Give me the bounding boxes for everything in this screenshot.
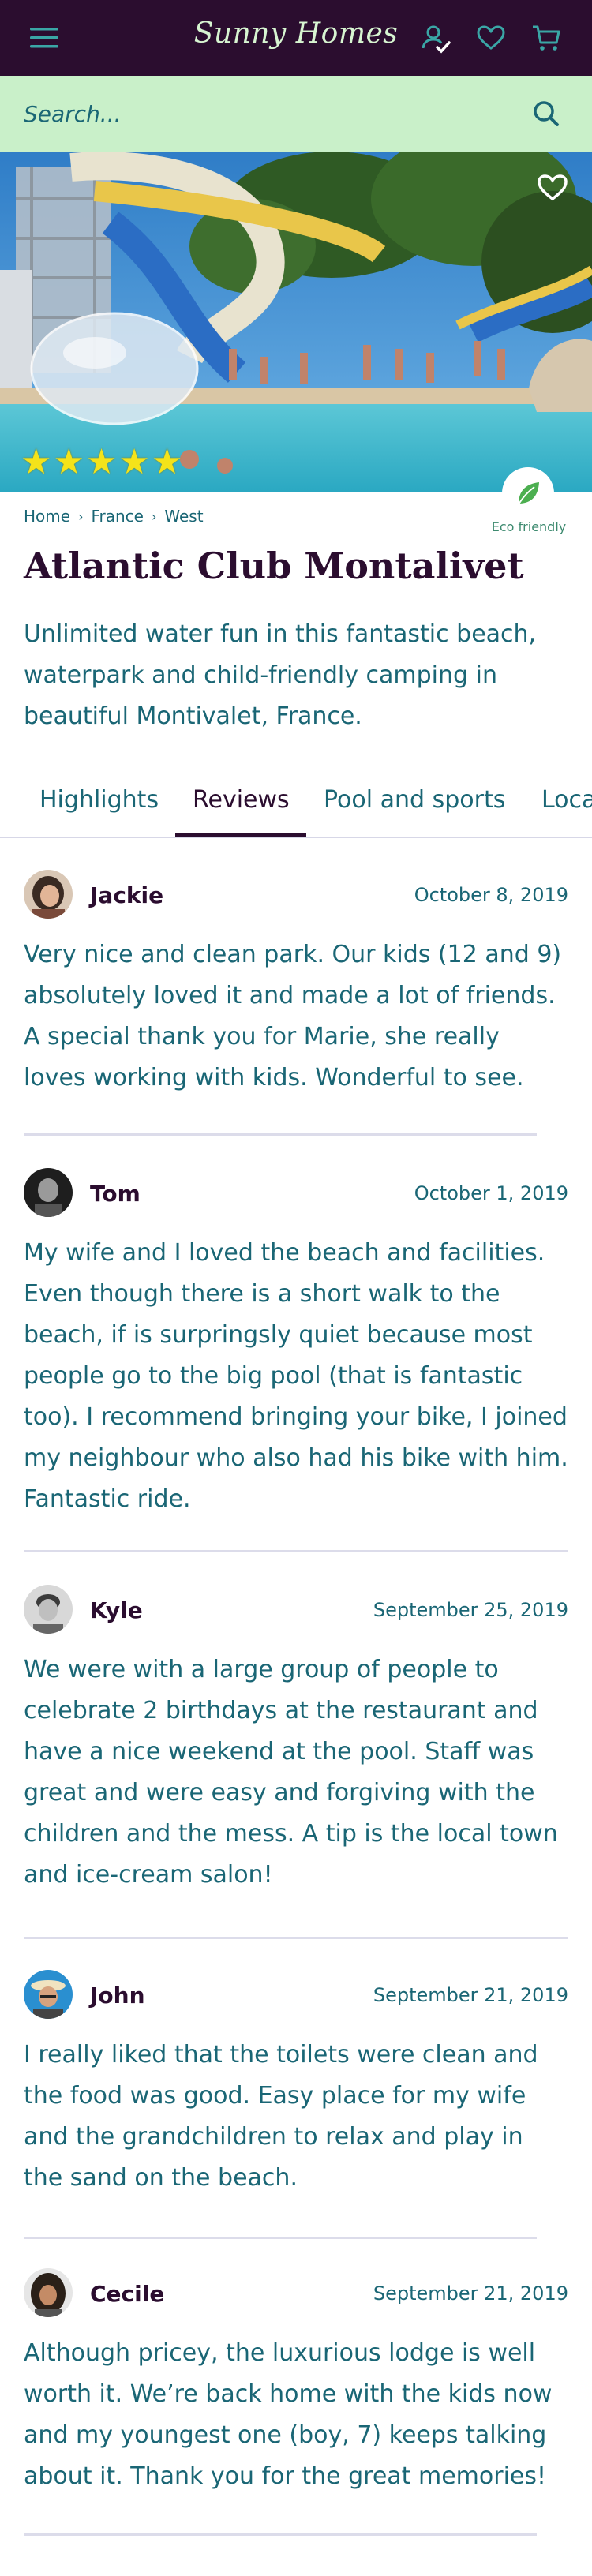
review-date: September 21, 2019 bbox=[373, 1984, 568, 2006]
review-date: September 21, 2019 bbox=[373, 2282, 568, 2305]
review-text: Although pricey, the luxurious lodge is … bbox=[24, 2339, 553, 2490]
leaf-icon bbox=[518, 482, 539, 505]
tab-highlights[interactable]: Highlights bbox=[39, 786, 159, 814]
breadcrumb-region[interactable]: West bbox=[164, 507, 203, 526]
review-item: Jackie October 8, 2019 Very nice and cle… bbox=[24, 870, 568, 1106]
top-header: Sunny Homes bbox=[0, 0, 592, 76]
review-date: September 25, 2019 bbox=[373, 1599, 568, 1621]
user-check-icon[interactable] bbox=[417, 19, 455, 57]
search-bar bbox=[0, 76, 592, 152]
reviewer-name: Cecile bbox=[90, 2281, 165, 2307]
avatar bbox=[24, 870, 73, 919]
review-date: October 1, 2019 bbox=[414, 1182, 568, 1204]
star-icon: ★ bbox=[21, 442, 52, 482]
breadcrumb-home[interactable]: Home bbox=[24, 507, 70, 526]
review-text: My wife and I loved the beach and facili… bbox=[24, 1239, 568, 1513]
tab-bar: Highlights Reviews Pool and sports Loca bbox=[0, 770, 592, 838]
reviewer-name: Tom bbox=[90, 1181, 141, 1207]
review-date: October 8, 2019 bbox=[414, 884, 568, 906]
avatar bbox=[24, 1168, 73, 1217]
listing-description: Unlimited water fun in this fantastic be… bbox=[24, 620, 537, 730]
avatar bbox=[24, 2268, 73, 2317]
heart-icon[interactable] bbox=[472, 19, 510, 57]
divider bbox=[24, 2237, 537, 2239]
reviewer-name: Jackie bbox=[90, 882, 164, 908]
chevron-right-icon: › bbox=[78, 508, 84, 524]
chevron-right-icon: › bbox=[151, 508, 157, 524]
tab-reviews[interactable]: Reviews bbox=[193, 786, 290, 814]
reviewer-name: Kyle bbox=[90, 1597, 143, 1623]
divider bbox=[24, 1937, 568, 1939]
tab-pool-and-sports[interactable]: Pool and sports bbox=[324, 786, 505, 814]
search-icon[interactable] bbox=[527, 95, 565, 133]
review-text: Very nice and clean park. Our kids (12 a… bbox=[24, 941, 562, 1091]
star-icon: ★ bbox=[151, 442, 183, 482]
star-icon: ★ bbox=[118, 442, 150, 482]
divider bbox=[24, 1133, 537, 1136]
tab-location[interactable]: Loca bbox=[541, 786, 592, 814]
heart-outline-icon[interactable] bbox=[537, 174, 571, 208]
review-text: I really liked that the toilets were cle… bbox=[24, 2041, 538, 2192]
active-tab-indicator bbox=[175, 833, 306, 837]
divider bbox=[24, 1550, 568, 1552]
search-input[interactable] bbox=[24, 93, 513, 134]
eco-friendly-badge bbox=[502, 467, 554, 519]
breadcrumb-country[interactable]: France bbox=[91, 507, 144, 526]
hero-image: ★ ★ ★ ★ ★ bbox=[0, 152, 592, 492]
avatar bbox=[24, 1970, 73, 2019]
avatar bbox=[24, 1585, 73, 1634]
eco-friendly-label: Eco friendly bbox=[491, 519, 567, 534]
divider bbox=[24, 2533, 537, 2536]
star-rating: ★ ★ ★ ★ ★ bbox=[21, 445, 182, 480]
star-icon: ★ bbox=[53, 442, 84, 482]
star-icon: ★ bbox=[85, 442, 118, 482]
reviewer-name: John bbox=[90, 1983, 145, 2009]
review-text: We were with a large group of people to … bbox=[24, 1656, 558, 1889]
cart-icon[interactable] bbox=[527, 19, 565, 57]
listing-title: Atlantic Club Montalivet bbox=[24, 545, 524, 587]
breadcrumb: Home › France › West bbox=[24, 507, 204, 526]
